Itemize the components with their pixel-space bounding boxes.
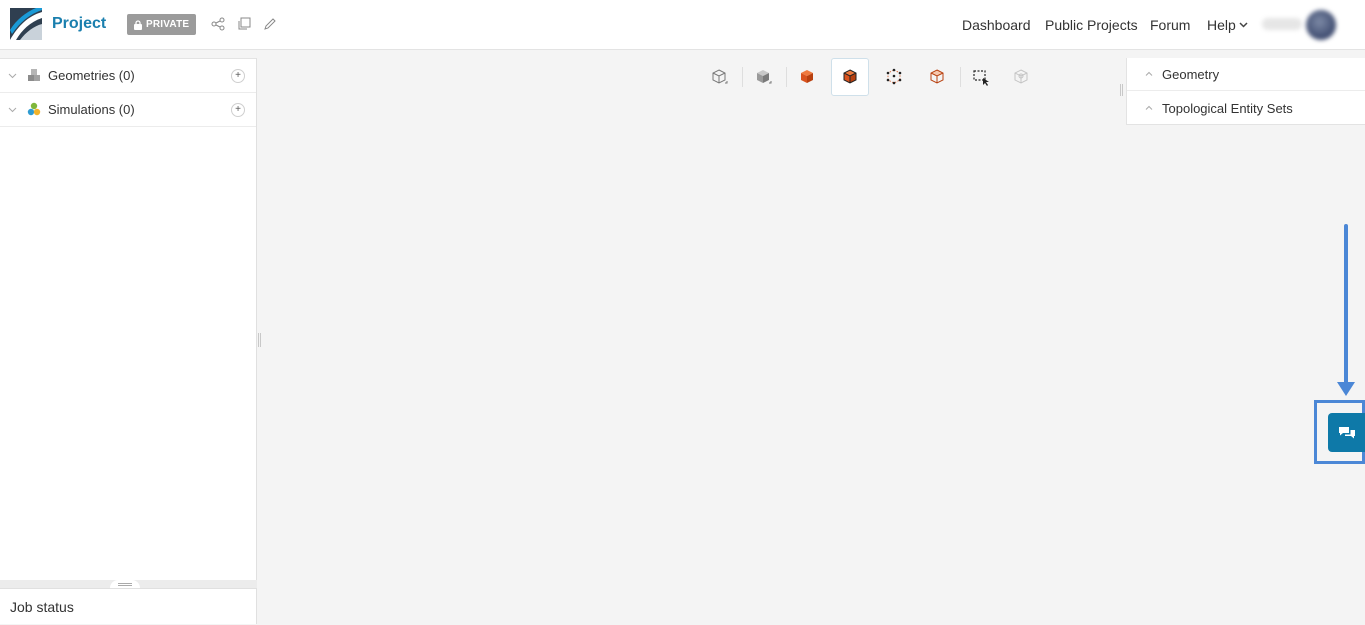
vertex-select-button[interactable] [875,58,913,96]
splitter-grip[interactable] [110,580,140,588]
chevron-down-icon[interactable] [1239,20,1248,29]
chevron-down-icon[interactable] [8,71,17,80]
right-panel-splitter[interactable] [1120,84,1123,96]
nav-help[interactable]: Help [1207,17,1236,33]
add-simulation-button[interactable]: + [231,103,245,117]
chat-button[interactable] [1328,413,1365,452]
section-geometry[interactable]: Geometry [1127,58,1365,91]
project-tree-panel: Geometries (0) + Simulations (0) + [0,58,257,580]
logo-icon[interactable] [10,8,42,40]
lock-icon [134,19,142,30]
wireframe-view-button[interactable] [700,58,738,96]
toolbar-separator [960,67,961,87]
face-select-button[interactable] [918,58,956,96]
app-header: Project PRIVATE Dashboard Public Project… [0,0,1365,50]
add-geometry-button[interactable]: + [231,69,245,83]
colored-view-button[interactable] [788,58,826,96]
edit-icon[interactable] [263,17,277,31]
chevron-up-icon[interactable] [1145,104,1153,112]
box-select-icon [973,70,989,86]
cube-colored-edges-icon [843,69,857,84]
chat-icon [1338,426,1355,438]
annotation-arrow-head [1337,382,1355,396]
vertical-splitter[interactable] [258,333,261,347]
disabled-tool-button[interactable] [1002,58,1040,96]
toolbar-separator [742,67,743,87]
cube-wireframe-icon [712,69,728,84]
chevron-down-icon[interactable] [8,105,17,114]
box-select-button[interactable] [962,58,1000,96]
tree-label: Geometries (0) [48,68,135,83]
share-icon[interactable] [211,17,225,31]
tree-item-geometries[interactable]: Geometries (0) + [0,59,256,93]
section-label: Geometry [1162,67,1220,82]
nav-dashboard[interactable]: Dashboard [962,17,1031,33]
avatar[interactable] [1306,10,1336,40]
private-label: PRIVATE [146,19,190,30]
cube-colored-icon [801,70,813,83]
job-status-title: Job status [10,599,74,615]
tree-label: Simulations (0) [48,102,135,117]
cube-solid-icon [757,70,772,84]
section-label: Topological Entity Sets [1162,101,1293,116]
private-badge[interactable]: PRIVATE [127,14,197,35]
copy-icon[interactable] [237,17,251,31]
geometry-icon [28,69,40,81]
nav-forum[interactable]: Forum [1150,17,1190,33]
tree-item-simulations[interactable]: Simulations (0) + [0,93,256,127]
chevron-up-icon[interactable] [1145,70,1153,78]
section-topological-entity-sets[interactable]: Topological Entity Sets [1127,92,1365,125]
colored-edges-view-button[interactable] [831,58,869,96]
nav-public-projects[interactable]: Public Projects [1045,17,1138,33]
project-title[interactable]: Project [52,15,106,33]
solid-view-button[interactable] [744,58,782,96]
annotation-arrow-line [1344,224,1348,384]
user-name[interactable] [1262,18,1302,30]
simulation-icon [27,102,41,116]
properties-panel: Geometry Topological Entity Sets [1126,58,1365,125]
disabled-tool-icon [1014,69,1028,84]
job-status-panel: Job status [0,588,257,624]
vertex-icon [886,68,902,85]
horizontal-splitter[interactable] [0,580,257,588]
face-icon [930,69,944,84]
toolbar-separator [786,67,787,87]
